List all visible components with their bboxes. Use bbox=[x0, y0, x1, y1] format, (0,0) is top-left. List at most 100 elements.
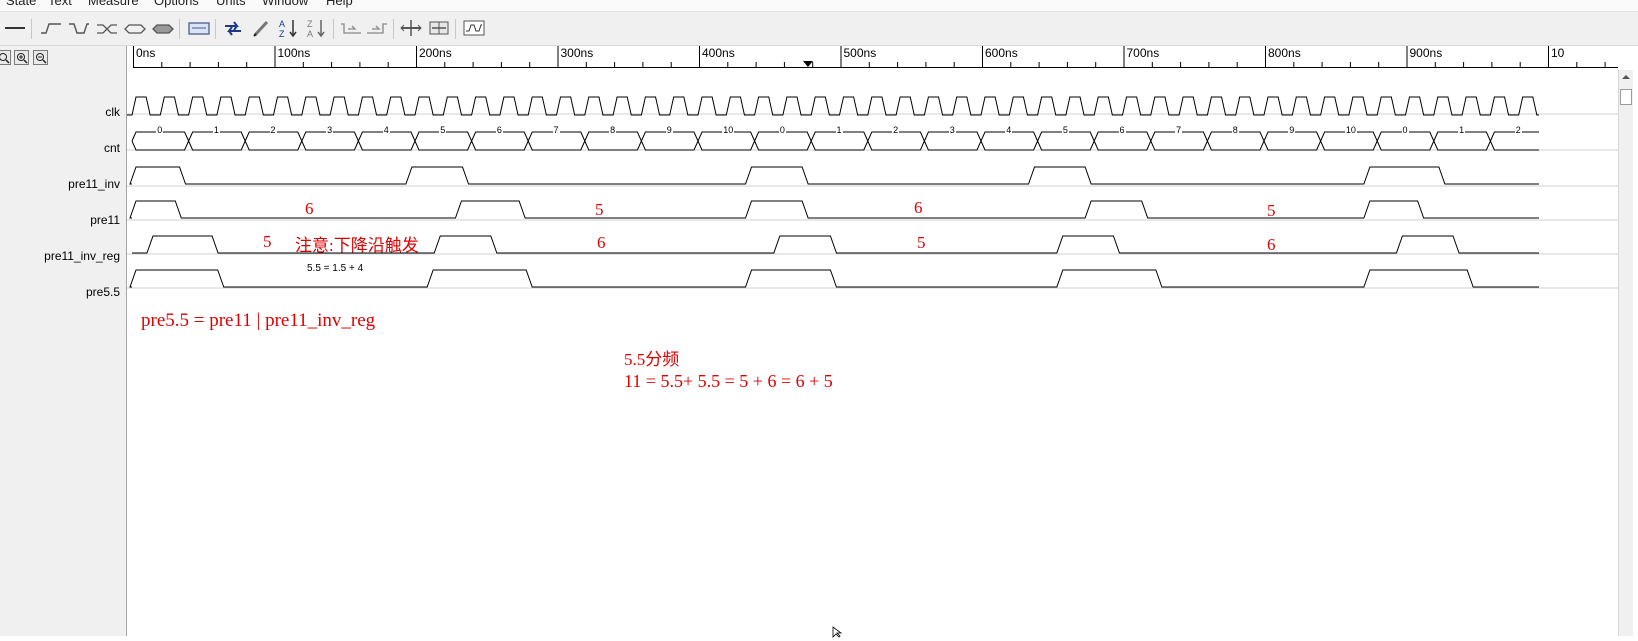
delete-time-icon[interactable] bbox=[428, 17, 450, 39]
cnt-value-label: 2 bbox=[1514, 125, 1522, 135]
cnt-value-label: 1 bbox=[212, 125, 220, 135]
zoom-in-button[interactable] bbox=[14, 50, 29, 65]
cnt-value-label: 5 bbox=[1061, 125, 1069, 135]
timeline-label: 10 bbox=[1551, 46, 1565, 60]
scrollbar-thumb[interactable] bbox=[1620, 89, 1632, 105]
toolbar-separator bbox=[455, 19, 456, 39]
signal-name-pre11-inv-reg[interactable]: pre11_inv_reg bbox=[44, 249, 120, 263]
bus-open-icon[interactable] bbox=[124, 17, 146, 39]
signal-name-pre11-inv[interactable]: pre11_inv bbox=[68, 177, 120, 191]
sort-za-icon[interactable]: ZA bbox=[306, 17, 328, 39]
cnt-value-label: 8 bbox=[609, 125, 617, 135]
signal-name-clk[interactable]: clk bbox=[105, 105, 120, 119]
pre11-count-label: 6 bbox=[305, 199, 314, 218]
falling-edge-note: 注意:下降沿触发 bbox=[295, 236, 419, 255]
menu-state[interactable]: State bbox=[6, 0, 36, 8]
division-formula-text: 11 = 5.5+ 5.5 = 5 + 6 = 6 + 5 bbox=[624, 371, 833, 391]
toolbar-separator bbox=[215, 19, 216, 39]
timeline-label: 100ns bbox=[277, 46, 311, 60]
cnt-value-label: 3 bbox=[326, 125, 334, 135]
pre11-inv-reg-count-label: 5 bbox=[917, 233, 926, 252]
menu-units[interactable]: Units bbox=[216, 0, 246, 8]
waveform-area[interactable]: 0 1 2 3 4 5 6 7 8 9 10 0 1 2 3 4 5 6 7 8 9 10 0 1 2 6 5 6 5 5 注意… bbox=[127, 70, 1618, 638]
timeline-ruler[interactable]: 0ns 100ns 200ns 300ns 400ns 500ns 600ns 700ns 80… bbox=[133, 46, 1618, 70]
cnt-value-label: 10 bbox=[1344, 125, 1357, 135]
redo-arrow-icon[interactable] bbox=[222, 17, 244, 39]
cnt-value-label: 8 bbox=[1231, 125, 1239, 135]
timeline-label: 900ns bbox=[1409, 46, 1443, 60]
cnt-value-label: 0 bbox=[1401, 125, 1409, 135]
cnt-value-label: 4 bbox=[1005, 125, 1013, 135]
pencil-icon[interactable] bbox=[250, 17, 272, 39]
expand-right-icon[interactable] bbox=[366, 17, 388, 39]
waveform-block-icon[interactable] bbox=[188, 17, 210, 39]
cnt-value-label: 0 bbox=[778, 125, 786, 135]
waveform-view-icon[interactable] bbox=[463, 17, 485, 39]
bus-transition-icon[interactable] bbox=[96, 17, 118, 39]
zoom-fit-button[interactable] bbox=[0, 50, 11, 65]
cnt-value-label: 2 bbox=[269, 125, 277, 135]
bus-filled-icon[interactable] bbox=[152, 17, 174, 39]
pre11-inv-reg-count-label: 6 bbox=[597, 233, 606, 252]
timeline-label: 700ns bbox=[1126, 46, 1160, 60]
cnt-value-label: 1 bbox=[835, 125, 843, 135]
toolbar-separator bbox=[31, 19, 32, 39]
pre11-count-label: 6 bbox=[914, 198, 923, 217]
timeline-label: 400ns bbox=[702, 46, 735, 60]
cnt-value-label: 3 bbox=[948, 125, 956, 135]
svg-text:A: A bbox=[279, 19, 285, 29]
scroll-up-icon[interactable] bbox=[1619, 71, 1633, 83]
line-icon[interactable] bbox=[4, 17, 26, 39]
menu-bar: State Text Measure Options Units Window … bbox=[0, 0, 1638, 12]
or-formula-text: pre5.5 = pre11 | pre11_inv_reg bbox=[141, 310, 376, 331]
pre11-count-label: 5 bbox=[1267, 201, 1276, 220]
timeline-label: 600ns bbox=[985, 46, 1018, 60]
cnt-value-label: 6 bbox=[495, 125, 503, 135]
toolbar-separator bbox=[333, 19, 334, 39]
menu-text[interactable]: Text bbox=[48, 0, 72, 8]
cnt-value-label: 5 bbox=[439, 125, 447, 135]
toolbar: AZ ZA bbox=[0, 12, 1638, 46]
toolbar-separator bbox=[179, 19, 180, 39]
cnt-value-label: 0 bbox=[156, 125, 164, 135]
cnt-value-label: 1 bbox=[1458, 125, 1466, 135]
svg-text:Z: Z bbox=[279, 29, 285, 39]
pre11-trace bbox=[129, 200, 1539, 219]
svg-text:A: A bbox=[307, 29, 313, 39]
timeline-label: 300ns bbox=[560, 46, 594, 60]
svg-text:Z: Z bbox=[307, 19, 313, 29]
shrink-left-icon[interactable] bbox=[340, 17, 362, 39]
cnt-value-label: 6 bbox=[1118, 125, 1126, 135]
signal-name-cnt[interactable]: cnt bbox=[104, 141, 120, 155]
formula-small-label: 5.5 = 1.5 + 4 bbox=[307, 263, 364, 274]
pre11-inv-reg-count-label: 6 bbox=[1267, 235, 1276, 254]
pre11-inv-trace bbox=[129, 166, 1539, 185]
vertical-scrollbar[interactable] bbox=[1618, 70, 1633, 636]
cnt-value-label: 9 bbox=[1288, 125, 1296, 135]
menu-help[interactable]: Help bbox=[326, 0, 353, 8]
insert-time-icon[interactable] bbox=[400, 17, 422, 39]
menu-measure[interactable]: Measure bbox=[88, 0, 139, 8]
menu-window[interactable]: Window bbox=[262, 0, 308, 8]
division-title-text: 5.5分频 bbox=[624, 350, 680, 369]
signal-name-pre11[interactable]: pre11 bbox=[90, 213, 120, 227]
clk-wave bbox=[127, 96, 1539, 116]
clk-trace bbox=[127, 96, 1539, 116]
menu-options[interactable]: Options bbox=[154, 0, 199, 8]
fall-edge-icon[interactable] bbox=[68, 17, 90, 39]
cnt-value-label: 7 bbox=[1175, 125, 1183, 135]
signal-name-pre5-5[interactable]: pre5.5 bbox=[86, 285, 120, 299]
cnt-trace-bottom bbox=[131, 140, 1539, 151]
toolbar-separator bbox=[393, 19, 394, 39]
sort-az-icon[interactable]: AZ bbox=[278, 17, 300, 39]
zoom-out-button[interactable] bbox=[33, 50, 48, 65]
rise-edge-icon[interactable] bbox=[40, 17, 62, 39]
cnt-value-label: 7 bbox=[552, 125, 560, 135]
cnt-value-label: 9 bbox=[665, 125, 673, 135]
mouse-pointer-icon bbox=[832, 626, 843, 638]
pre11-count-label: 5 bbox=[595, 200, 604, 219]
signal-name-pane: clk cnt pre11_inv pre11 pre11_inv_reg pr… bbox=[0, 46, 127, 636]
pre11-inv-reg-count-label: 5 bbox=[263, 232, 272, 251]
cursor-marker-icon[interactable] bbox=[802, 60, 814, 68]
cnt-value-label: 10 bbox=[722, 125, 735, 135]
